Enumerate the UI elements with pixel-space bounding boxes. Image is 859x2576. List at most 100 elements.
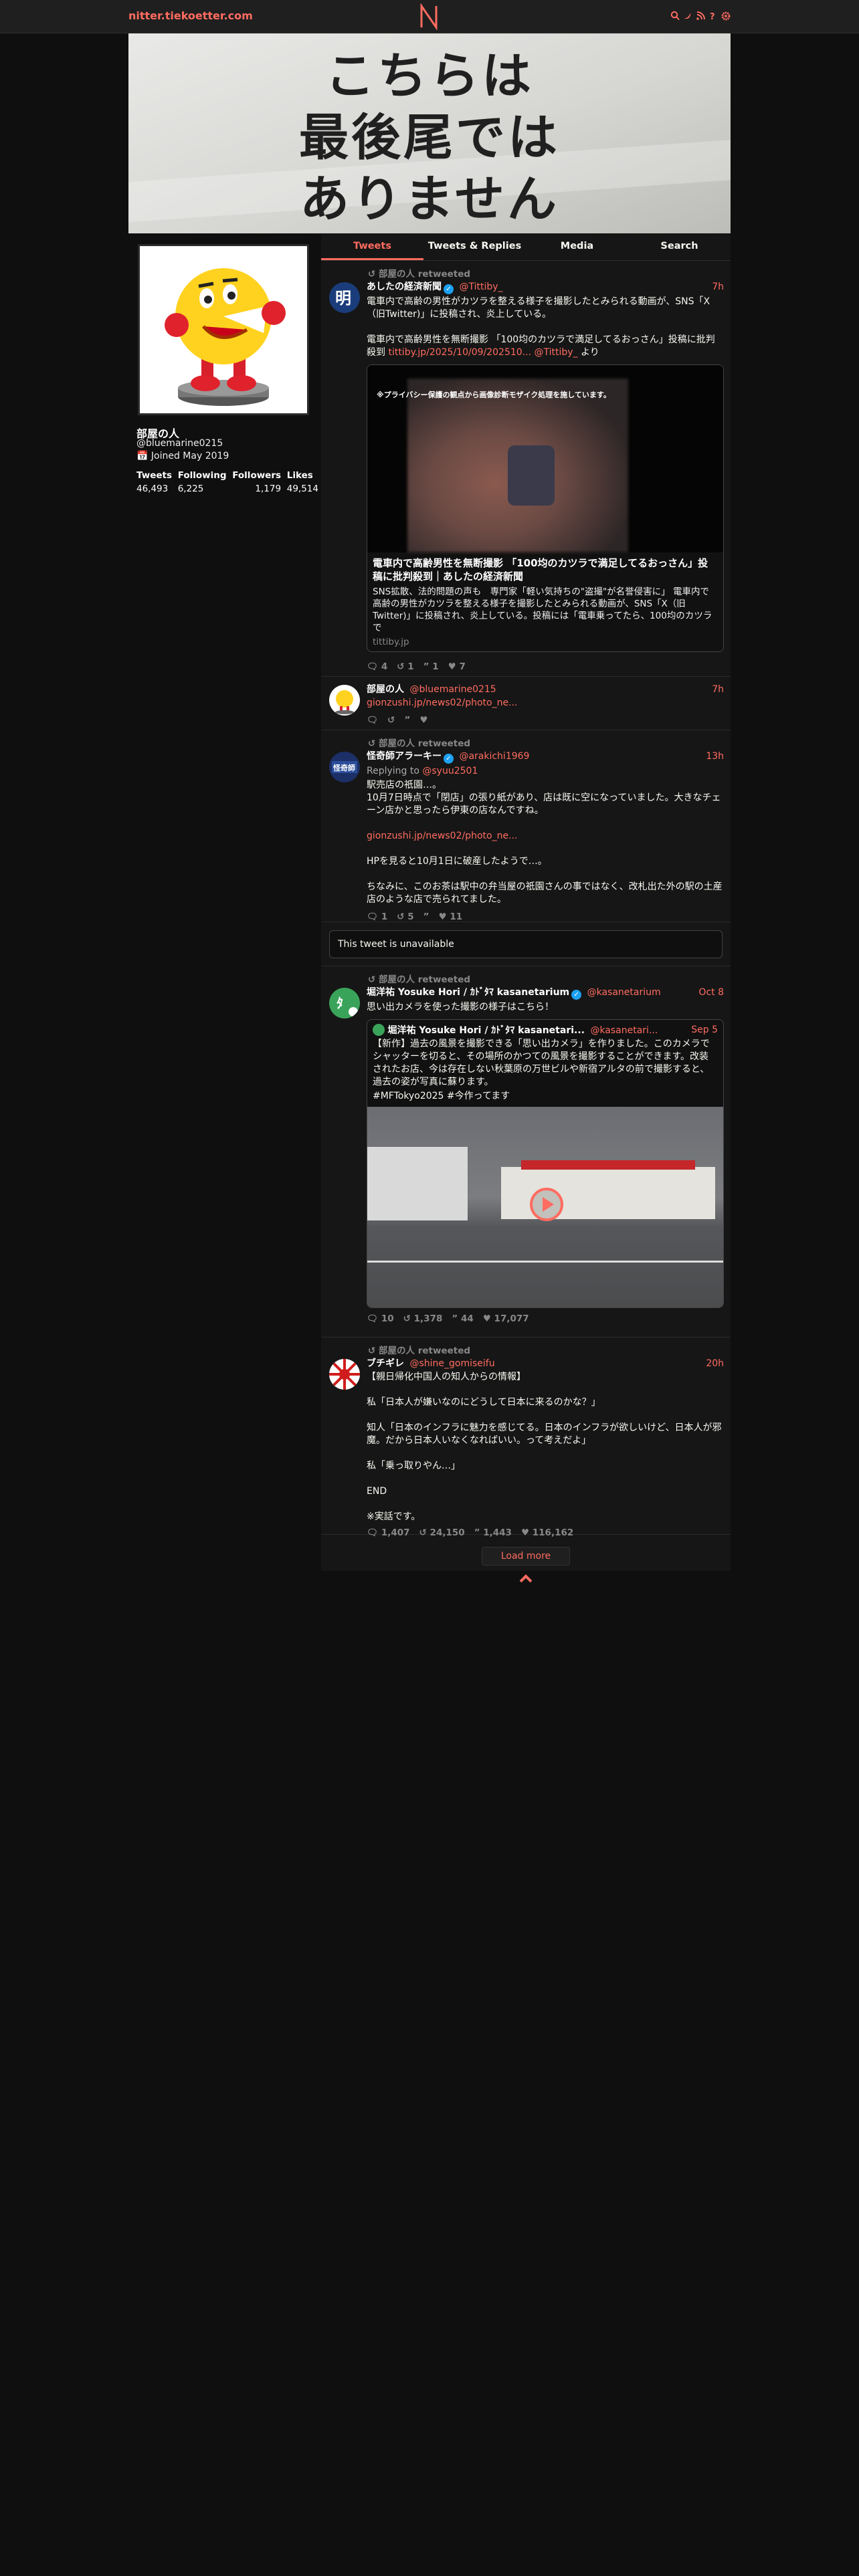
quote-stat[interactable]: ” 1 [423,661,439,672]
joined-date: Joined May 2019 [151,451,229,461]
like-stat[interactable]: ♥ 116,162 [521,1527,573,1538]
mention-link[interactable]: @Tittiby_ [534,347,577,358]
tweet-link[interactable]: gionzushi.jp/news02/photo_ne... [367,831,517,841]
retweet-stat[interactable]: ↺ 1,378 [403,1313,443,1324]
retweet-stat[interactable]: ↺ 24,150 [419,1527,465,1538]
stat-following[interactable]: Following 6,225 [178,470,227,494]
profile-handle[interactable]: @bluemarine0215 [136,438,223,449]
profile-banner[interactable]: こちらは 最後尾では ありません [128,33,731,233]
tweet-link[interactable]: tittiby.jp/2025/10/09/202510... [388,347,531,358]
retweet-label: 部屋の人 retweeted [379,974,471,985]
mention-link[interactable]: @syuu2501 [422,766,478,776]
tweet-author-name[interactable]: 堀洋祐 Yosuke Hori / ｶﾄﾞﾀﾏ kasanetarium [367,987,569,998]
link-card[interactable]: ※プライバシー保護の観点から画像診断モザイク処理を施しています。 電車内で高齢男… [367,364,724,652]
like-count: 116,162 [532,1527,574,1538]
quote-stat[interactable]: ” [423,911,430,922]
tweet-item[interactable]: 部屋の人 @bluemarine0215 7h gionzushi.jp/new… [321,677,731,730]
retweet-icon: ↺ [397,661,405,672]
reply-stat[interactable]: 🗨 4 [367,661,387,672]
quote-date[interactable]: Sep 5 [691,1024,718,1036]
tweet-date[interactable]: 20h [706,1358,724,1370]
comment-icon: 🗨 [367,1527,379,1538]
reply-stat[interactable]: 🗨 10 [367,1313,394,1324]
retweet-icon[interactable]: ↺ [387,715,395,726]
avatar[interactable] [329,685,360,716]
tweet-paragraph: 【親日帰化中国人の知人からの情報】 [367,1372,526,1382]
tweet-date[interactable]: 7h [712,683,724,695]
tweet-author-name[interactable]: あしたの経済新聞 [367,282,442,292]
site-link[interactable]: nitter.tiekoetter.com [128,9,253,22]
rss-icon[interactable] [696,11,705,21]
quote-icon[interactable]: ” [404,715,410,726]
tab-tweets[interactable]: Tweets [321,234,423,260]
tweet-header: 部屋の人 @bluemarine0215 7h [367,683,724,695]
retweet-stat[interactable]: ↺ 1 [397,661,413,672]
retweet-stat[interactable]: ↺ 5 [397,911,413,922]
quote-stat[interactable]: ” 1,443 [474,1527,512,1538]
tweet-author-handle[interactable]: @bluemarine0215 [409,684,496,695]
comment-icon[interactable]: 🗨 [367,715,378,726]
stat-followers[interactable]: Followers 1,179 [232,470,281,494]
tweet-date[interactable]: Oct 8 [698,986,724,998]
nitter-logo-icon[interactable] [417,3,441,30]
load-more-button[interactable]: Load more [482,1547,570,1566]
comment-icon: 🗨 [367,661,379,672]
tweet-author-handle[interactable]: @Tittiby_ [459,282,502,292]
tweet-author-name[interactable]: 部屋の人 [367,684,404,695]
tweet-author-handle[interactable]: @arakichi1969 [459,751,529,762]
scroll-to-top-icon[interactable] [516,1572,535,1585]
avatar[interactable] [329,1359,360,1390]
like-stat[interactable]: ♥ 17,077 [483,1313,529,1324]
comment-icon: 🗨 [367,911,379,922]
tweet-author-handle[interactable]: @kasanetarium [587,987,661,998]
reply-stat[interactable]: 🗨 1,407 [367,1527,410,1538]
retweet-icon: ↺ [368,974,379,985]
quote-author-handle[interactable]: @kasanetari... [590,1025,658,1036]
retweet-count: 5 [407,911,414,922]
search-icon[interactable] [670,11,680,21]
settings-icon[interactable] [721,11,731,21]
tweet-link[interactable]: gionzushi.jp/news02/photo_ne... [367,697,517,708]
tweet-stats: 🗨 1 ↺ 5 ” ♥ 11 [367,911,724,922]
tweet-item[interactable]: ↺ 部屋の人 retweeted ﾀ 堀洋祐 Yosuke Hori / ｶﾄﾞ… [321,966,731,1337]
quote-avatar[interactable] [373,1024,385,1036]
stat-tweets[interactable]: Tweets 46,493 [136,470,172,494]
tab-search[interactable]: Search [628,234,731,260]
tweet-author-name[interactable]: 怪奇師アラーキー [367,751,442,762]
twitter-icon[interactable] [683,11,692,21]
quote-video[interactable] [367,1107,723,1307]
stat-likes[interactable]: Likes 49,514 [287,470,318,494]
tweet-author-handle[interactable]: @shine_gomiseifu [409,1358,494,1369]
tweet-date[interactable]: 13h [706,750,724,762]
avatar[interactable]: ﾀ [329,988,360,1018]
play-icon[interactable] [529,1187,564,1222]
tweet-stats: 🗨 ↺ ” ♥ [367,715,724,726]
avatar[interactable]: 明 [329,282,360,313]
tweet-body: 堀洋祐 Yosuke Hori / ｶﾄﾞﾀﾏ kasanetarium ✓ @k… [367,986,724,1324]
tweet-author-name[interactable]: ブチギレ [367,1358,404,1369]
tweet-paragraph: END [367,1486,387,1497]
tab-tweets-replies[interactable]: Tweets & Replies [423,234,526,260]
quote-author-name[interactable]: 堀洋祐 Yosuke Hori / ｶﾄﾞﾀﾏ kasanetari... [387,1025,585,1036]
tweet-item[interactable]: ↺ 部屋の人 retweeted 明 あしたの経済新聞 ✓ @Tittiby_ 7… [321,261,731,677]
tweet-text: gionzushi.jp/news02/photo_ne... [367,697,724,710]
tab-media[interactable]: Media [526,234,628,260]
tweet-date[interactable]: 7h [712,281,724,293]
tweet-item[interactable]: ↺ 部屋の人 retweeted 怪奇師 怪奇師アラーキー ✓ @arakichi… [321,730,731,922]
retweet-icon: ↺ [368,269,379,280]
help-icon[interactable]: ? [708,11,718,22]
tweet-item[interactable]: ↺ 部屋の人 retweeted ブチギレ @shine_gomiseifu 2… [321,1337,731,1538]
replying-to: Replying to @syuu2501 [367,765,724,778]
avatar[interactable]: 怪奇師 [329,752,360,782]
retweet-count: 1 [407,661,414,672]
tweet-text: 思い出カメラを使った撮影の様子はこちら！ [367,1002,554,1012]
quote-stat[interactable]: ” 44 [452,1313,473,1324]
quoted-tweet[interactable]: 堀洋祐 Yosuke Hori / ｶﾄﾞﾀﾏ kasanetari... @k… [367,1019,724,1308]
reply-stat[interactable]: 🗨 1 [367,911,387,922]
pacman-avatar-icon [335,690,354,714]
quote-hashtags[interactable]: #MFTokyo2025 #今作ってます [373,1090,718,1103]
heart-icon[interactable]: ♥ [419,715,427,726]
profile-avatar[interactable] [138,244,309,415]
like-stat[interactable]: ♥ 7 [448,661,466,672]
like-stat[interactable]: ♥ 11 [439,911,463,922]
